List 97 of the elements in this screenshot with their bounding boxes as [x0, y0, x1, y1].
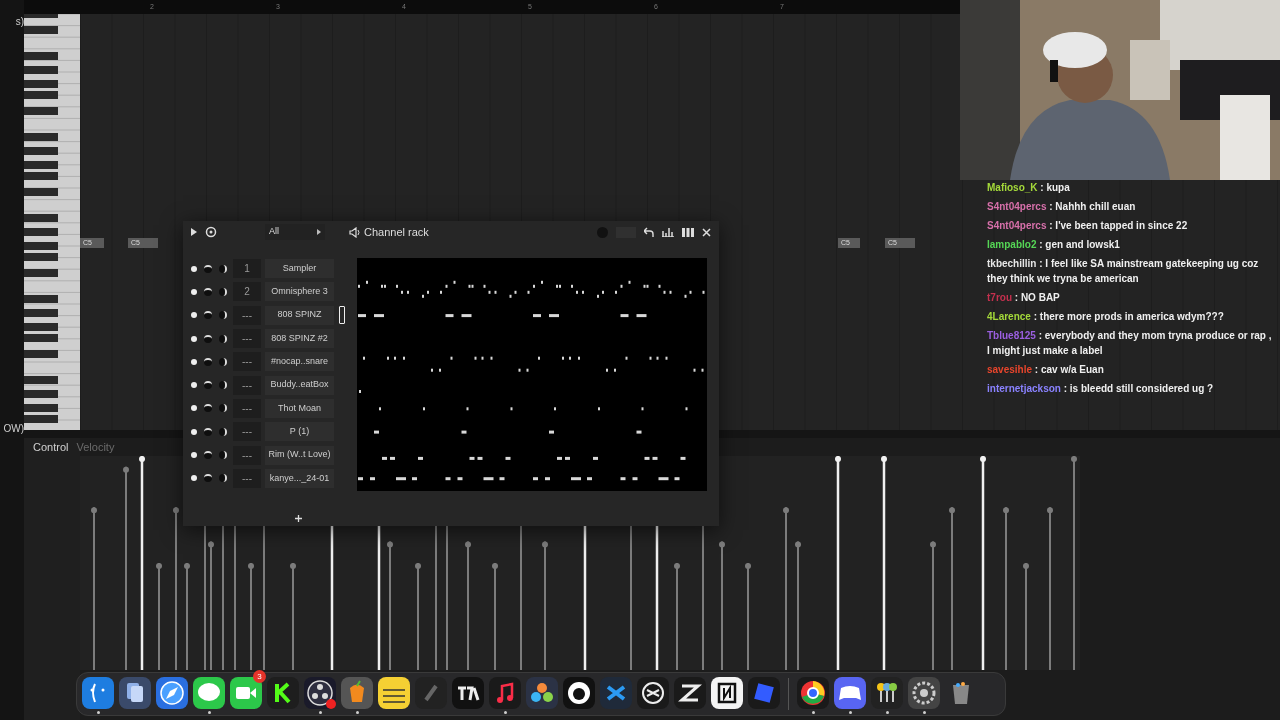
channel-button[interactable]: 808 SPINZ	[265, 305, 334, 325]
channel-button[interactable]: #nocap..snare	[265, 352, 334, 372]
refresh-icon[interactable]	[205, 226, 217, 238]
chat-message: tkbechillin : I feel like SA mainstream gatekeeping ug coz they think we tryna be american	[986, 256, 1260, 287]
keys-icon[interactable]	[870, 676, 904, 710]
mixer-track-field[interactable]: ---	[233, 422, 261, 442]
volume-knob[interactable]	[219, 311, 227, 320]
cut-label: s)	[15, 15, 24, 29]
chat-message: savesihle : cav w/a Euan	[986, 363, 1105, 378]
mixer-track-field[interactable]: ---	[233, 398, 261, 418]
aperture-icon[interactable]	[303, 676, 337, 710]
volume-knob[interactable]	[219, 334, 227, 343]
pan-knob[interactable]	[204, 287, 212, 296]
parameter-label: Velocity	[76, 439, 115, 455]
channel-button[interactable]: Rim (W..t Love)	[265, 445, 334, 465]
channel-led[interactable]	[191, 265, 197, 272]
selection-marker[interactable]	[339, 306, 345, 325]
mixer-track-field[interactable]: ---	[233, 445, 261, 465]
channel-led[interactable]	[191, 288, 197, 295]
knot-icon[interactable]	[636, 676, 670, 710]
chat-message: S4nt04percs : Nahhh chill euan	[986, 199, 1137, 214]
channel-led[interactable]	[191, 405, 197, 412]
channel-button[interactable]: Buddy..eatBox	[265, 375, 334, 395]
channel-button[interactable]: 808 SPINZ #2	[265, 329, 334, 349]
notification-badge: 3	[253, 670, 266, 683]
chart-app-icon[interactable]	[451, 676, 485, 710]
speaker-icon[interactable]	[349, 226, 360, 238]
page-icon[interactable]	[710, 676, 744, 710]
pan-knob[interactable]	[204, 427, 212, 436]
volume-knob[interactable]	[219, 264, 227, 273]
pan-knob[interactable]	[204, 404, 212, 413]
channel-button[interactable]: Sampler	[265, 259, 334, 279]
notepad-icon[interactable]	[377, 676, 411, 710]
pan-knob[interactable]	[204, 381, 212, 390]
control-dropdown[interactable]: Control	[33, 438, 69, 456]
gamepad-icon[interactable]	[833, 676, 867, 710]
volume-knob[interactable]	[219, 357, 227, 366]
undo-icon[interactable]	[644, 227, 654, 237]
filter-dropdown[interactable]: All	[265, 224, 325, 240]
volume-knob[interactable]	[219, 474, 227, 483]
pan-knob[interactable]	[204, 311, 212, 320]
channel-led[interactable]	[191, 428, 197, 435]
chat-message: S4nt04percs : I've been tapped in since 22	[986, 218, 1189, 233]
channel-led[interactable]	[191, 382, 197, 389]
mixer-track-field[interactable]: ---	[233, 329, 261, 349]
zigzag-icon[interactable]	[673, 676, 707, 710]
mixer-track-field[interactable]: 2	[233, 282, 261, 302]
gear-icon[interactable]	[907, 676, 941, 710]
files-app-icon[interactable]	[118, 676, 152, 710]
chat-message: internetjackson : is bleedd still considered ug ?	[986, 382, 1215, 396]
pan-knob[interactable]	[204, 357, 212, 366]
window-title: Channel rack	[364, 224, 429, 240]
channel-led[interactable]	[191, 312, 197, 319]
chat-message: Iampablo2 : gen and lowsk1	[986, 237, 1121, 252]
pan-knob[interactable]	[204, 334, 212, 343]
mixer-track-field[interactable]: ---	[233, 352, 261, 372]
chat-bubble-icon[interactable]	[192, 676, 226, 710]
bar-graph-icon[interactable]	[662, 227, 674, 237]
channel-button[interactable]: Thot Moan	[265, 398, 334, 418]
pan-knob[interactable]	[204, 264, 212, 273]
volume-knob[interactable]	[219, 287, 227, 296]
chat-message: 4Larence : there more prods in america wdym???	[986, 309, 1225, 324]
compass-icon[interactable]	[155, 676, 189, 710]
play-icon[interactable]	[191, 228, 197, 236]
cube-icon[interactable]	[747, 676, 781, 710]
video-camera-icon[interactable]	[229, 676, 263, 710]
channel-led[interactable]	[191, 475, 197, 482]
chat-message: Mafioso_K : kupa	[986, 181, 1071, 195]
channel-led[interactable]	[191, 452, 197, 458]
channel-button[interactable]: P (1)	[265, 422, 334, 442]
volume-knob[interactable]	[219, 381, 227, 390]
mixer-track-field[interactable]: ---	[233, 375, 261, 395]
mixer-track-field[interactable]: ---	[233, 305, 261, 325]
chat-message: t7rou : NO BAP	[986, 290, 1061, 305]
pan-knob[interactable]	[204, 451, 212, 459]
volume-knob[interactable]	[219, 427, 227, 436]
chat-message: Tblue8125 : everybody and they mom tryna produce or rap , I might just make a label	[986, 328, 1273, 359]
volume-knob[interactable]	[219, 451, 227, 459]
channel-led[interactable]	[191, 358, 197, 365]
face-app-icon[interactable]	[81, 676, 115, 710]
browser-icon[interactable]	[796, 676, 830, 710]
close-icon[interactable]	[702, 227, 711, 237]
channel-led[interactable]	[191, 335, 197, 342]
color-wheel-icon[interactable]	[525, 676, 559, 710]
mixer-track-field[interactable]: ---	[233, 468, 261, 488]
music-note-icon[interactable]	[488, 676, 522, 710]
caret-icon	[317, 229, 321, 235]
columns-icon[interactable]	[682, 227, 694, 237]
fruit-icon[interactable]	[340, 676, 374, 710]
channel-button[interactable]: kanye..._24-01	[265, 468, 334, 488]
piano-keys-drawing[interactable]	[24, 14, 80, 430]
cut-label: OW)	[3, 422, 24, 436]
mixer-track-field[interactable]: 1	[233, 259, 261, 279]
volume-knob[interactable]	[219, 404, 227, 413]
channel-button[interactable]: Omnisphere 3	[265, 282, 334, 302]
pan-knob[interactable]	[204, 474, 212, 483]
plus-icon[interactable]	[295, 515, 302, 522]
